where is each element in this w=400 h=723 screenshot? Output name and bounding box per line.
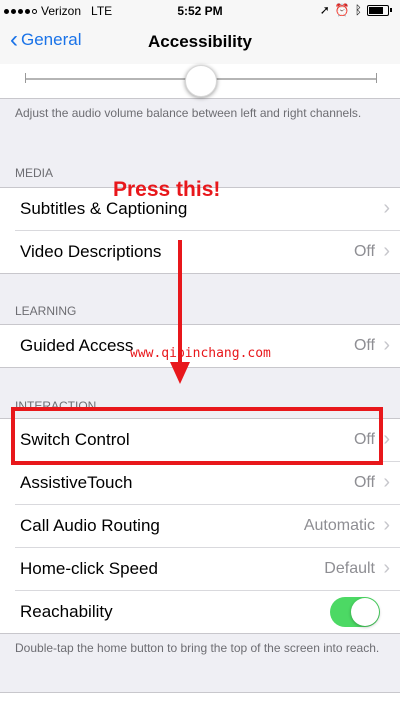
watermark: www.qipinchang.com (130, 346, 271, 361)
section-header-learning: LEARNING (15, 304, 77, 318)
alarm-clock-icon: ⏰ (334, 3, 350, 17)
row-label: Video Descriptions (20, 242, 162, 261)
page-title: Accessibility (148, 32, 252, 51)
slider-tick-right (376, 73, 377, 83)
reachability-toggle[interactable] (330, 597, 380, 627)
toggle-knob (351, 598, 379, 626)
row-label: Guided Access (20, 336, 134, 355)
chevron-right-icon: › (383, 471, 390, 493)
chevron-right-icon: › (383, 334, 390, 356)
annotation-press-this: Press this! (113, 178, 221, 201)
navigation-bar: ‹ General Accessibility (0, 22, 400, 65)
annotation-arrow-head-icon (170, 362, 190, 384)
row-value: Off (353, 474, 375, 491)
row-home-click-speed[interactable]: Home-click Speed Default › (15, 548, 400, 591)
row-value: Default (324, 560, 375, 577)
row-label: Call Audio Routing (20, 516, 160, 535)
row-label: AssistiveTouch (20, 473, 133, 492)
status-right: ➚ ⏰ ᛒ (320, 3, 392, 17)
battery-icon (367, 4, 389, 16)
row-video-descriptions[interactable]: Video Descriptions Off › (15, 231, 400, 273)
reachability-footer: Double-tap the home button to bring the … (15, 641, 380, 655)
chevron-right-icon: › (383, 557, 390, 579)
audio-balance-slider-row (0, 64, 400, 99)
annotation-highlight-box (11, 407, 383, 465)
chevron-right-icon: › (383, 197, 390, 219)
battery-tip (390, 8, 392, 12)
chevron-right-icon: › (383, 428, 390, 450)
status-bar: Verizon LTE 5:52 PM ➚ ⏰ ᛒ (0, 0, 400, 22)
row-label: Subtitles & Captioning (20, 199, 188, 218)
audio-balance-footer: Adjust the audio volume balance between … (15, 106, 362, 120)
row-label: Reachability (20, 602, 113, 621)
row-accessibility-shortcut-partial[interactable] (0, 692, 400, 723)
row-label: Home-click Speed (20, 559, 158, 578)
chevron-right-icon: › (383, 240, 390, 262)
bluetooth-icon: ᛒ (354, 3, 362, 17)
row-assistivetouch[interactable]: AssistiveTouch Off › (15, 462, 400, 505)
location-arrow-icon: ➚ (319, 3, 330, 17)
row-reachability: Reachability (15, 591, 400, 633)
audio-balance-slider-thumb[interactable] (185, 65, 217, 97)
row-value: Automatic (303, 517, 375, 534)
row-call-audio-routing[interactable]: Call Audio Routing Automatic › (15, 505, 400, 548)
chevron-right-icon: › (383, 514, 390, 536)
row-value: Off (353, 337, 375, 354)
row-value: Off (353, 243, 375, 260)
section-header-media: MEDIA (15, 166, 54, 180)
